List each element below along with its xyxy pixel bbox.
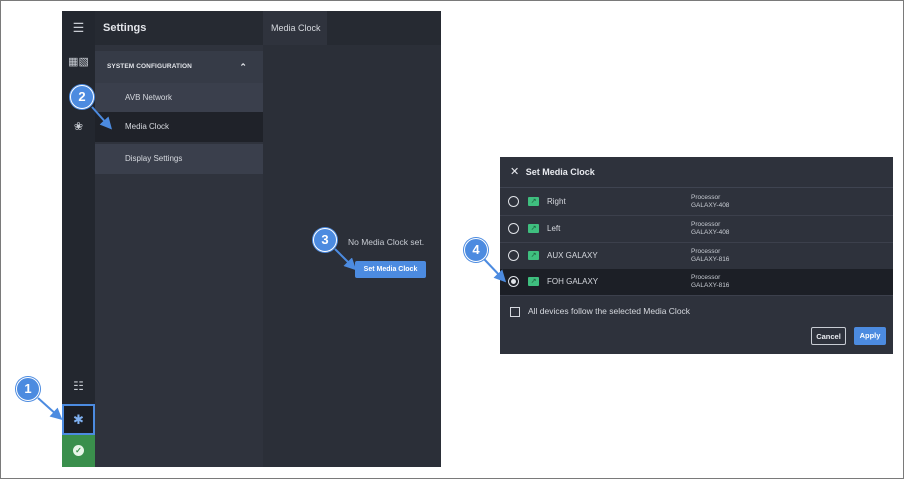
processor-type: Processor [691, 248, 721, 255]
calendar-icon[interactable]: ☷ [62, 379, 95, 393]
system-configuration-label: SYSTEM CONFIGURATION [107, 63, 192, 70]
cancel-button[interactable]: Cancel [811, 327, 846, 345]
content-area [263, 45, 441, 467]
device-processor: Processor GALAXY-816 [691, 274, 729, 290]
callout-3: 3 [313, 228, 337, 252]
follow-media-clock-option[interactable]: All devices follow the selected Media Cl… [510, 306, 690, 317]
device-icon: ↗ [528, 277, 539, 286]
device-row-right[interactable]: ↗ Right Processor GALAXY-408 [500, 189, 893, 216]
processor-model: GALAXY-816 [691, 256, 730, 263]
icon-rail: ☰ ▦▧ ❀ ☷ ✱ ✓ [62, 11, 95, 467]
device-processor: Processor GALAXY-408 [691, 221, 729, 237]
dialog-title: Set Media Clock [525, 167, 595, 177]
follow-label: All devices follow the selected Media Cl… [528, 306, 691, 316]
device-icon: ↗ [528, 251, 539, 260]
device-name: AUX GALAXY [547, 251, 598, 260]
menu-item-display-settings[interactable]: Display Settings [95, 144, 263, 174]
processor-model: GALAXY-408 [691, 202, 730, 209]
device-row-foh-galaxy[interactable]: ↗ FOH GALAXY Processor GALAXY-816 [500, 269, 893, 296]
device-processor: Processor GALAXY-816 [691, 248, 729, 264]
hamburger-menu-icon[interactable]: ☰ [62, 20, 95, 36]
device-row-left[interactable]: ↗ Left Processor GALAXY-408 [500, 216, 893, 243]
set-media-clock-button[interactable]: Set Media Clock [355, 261, 426, 278]
processor-type: Processor [691, 274, 721, 281]
system-configuration-section[interactable]: SYSTEM CONFIGURATION ⌃ [95, 51, 263, 83]
apply-button[interactable]: Apply [854, 327, 886, 345]
menu-item-media-clock[interactable]: Media Clock [95, 112, 263, 142]
menu-item-avb-network[interactable]: AVB Network [95, 83, 263, 113]
radio-button[interactable] [508, 250, 519, 261]
device-name: FOH GALAXY [547, 277, 599, 286]
processor-model: GALAXY-408 [691, 229, 730, 236]
device-icon: ↗ [528, 197, 539, 206]
processor-model: GALAXY-816 [691, 282, 730, 289]
device-processor: Processor GALAXY-408 [691, 194, 729, 210]
callout-2: 2 [70, 85, 94, 109]
processor-type: Processor [691, 194, 721, 201]
callout-4: 4 [464, 238, 488, 262]
close-icon[interactable]: ✕ [510, 166, 519, 178]
device-icon: ↗ [528, 224, 539, 233]
settings-gear-icon[interactable]: ✱ [62, 404, 95, 435]
status-indicator[interactable]: ✓ [62, 435, 95, 467]
tab-media-clock[interactable]: Media Clock [263, 11, 327, 45]
set-media-clock-dialog: ✕ Set Media Clock ↗ Right Processor GALAX… [500, 157, 893, 354]
network-icon[interactable]: ❀ [62, 120, 95, 133]
follow-checkbox[interactable] [510, 306, 520, 317]
devices-icon[interactable]: ▦▧ [62, 55, 95, 68]
settings-panel: Settings SYSTEM CONFIGURATION ⌃ AVB Netw… [95, 11, 263, 467]
no-media-clock-message: No Media Clock set. [348, 237, 425, 247]
settings-title: Settings [95, 11, 263, 45]
radio-button[interactable] [508, 196, 519, 207]
check-icon: ✓ [73, 445, 84, 456]
device-row-aux-galaxy[interactable]: ↗ AUX GALAXY Processor GALAXY-816 [500, 243, 893, 270]
radio-dot [511, 279, 516, 284]
device-name: Right [547, 197, 566, 206]
dialog-title-bar: ✕ Set Media Clock [500, 157, 893, 188]
processor-type: Processor [691, 221, 721, 228]
device-name: Left [547, 224, 561, 233]
radio-button-selected[interactable] [508, 276, 519, 287]
radio-button[interactable] [508, 223, 519, 234]
chevron-up-icon[interactable]: ⌃ [239, 51, 247, 83]
callout-1: 1 [16, 377, 40, 401]
